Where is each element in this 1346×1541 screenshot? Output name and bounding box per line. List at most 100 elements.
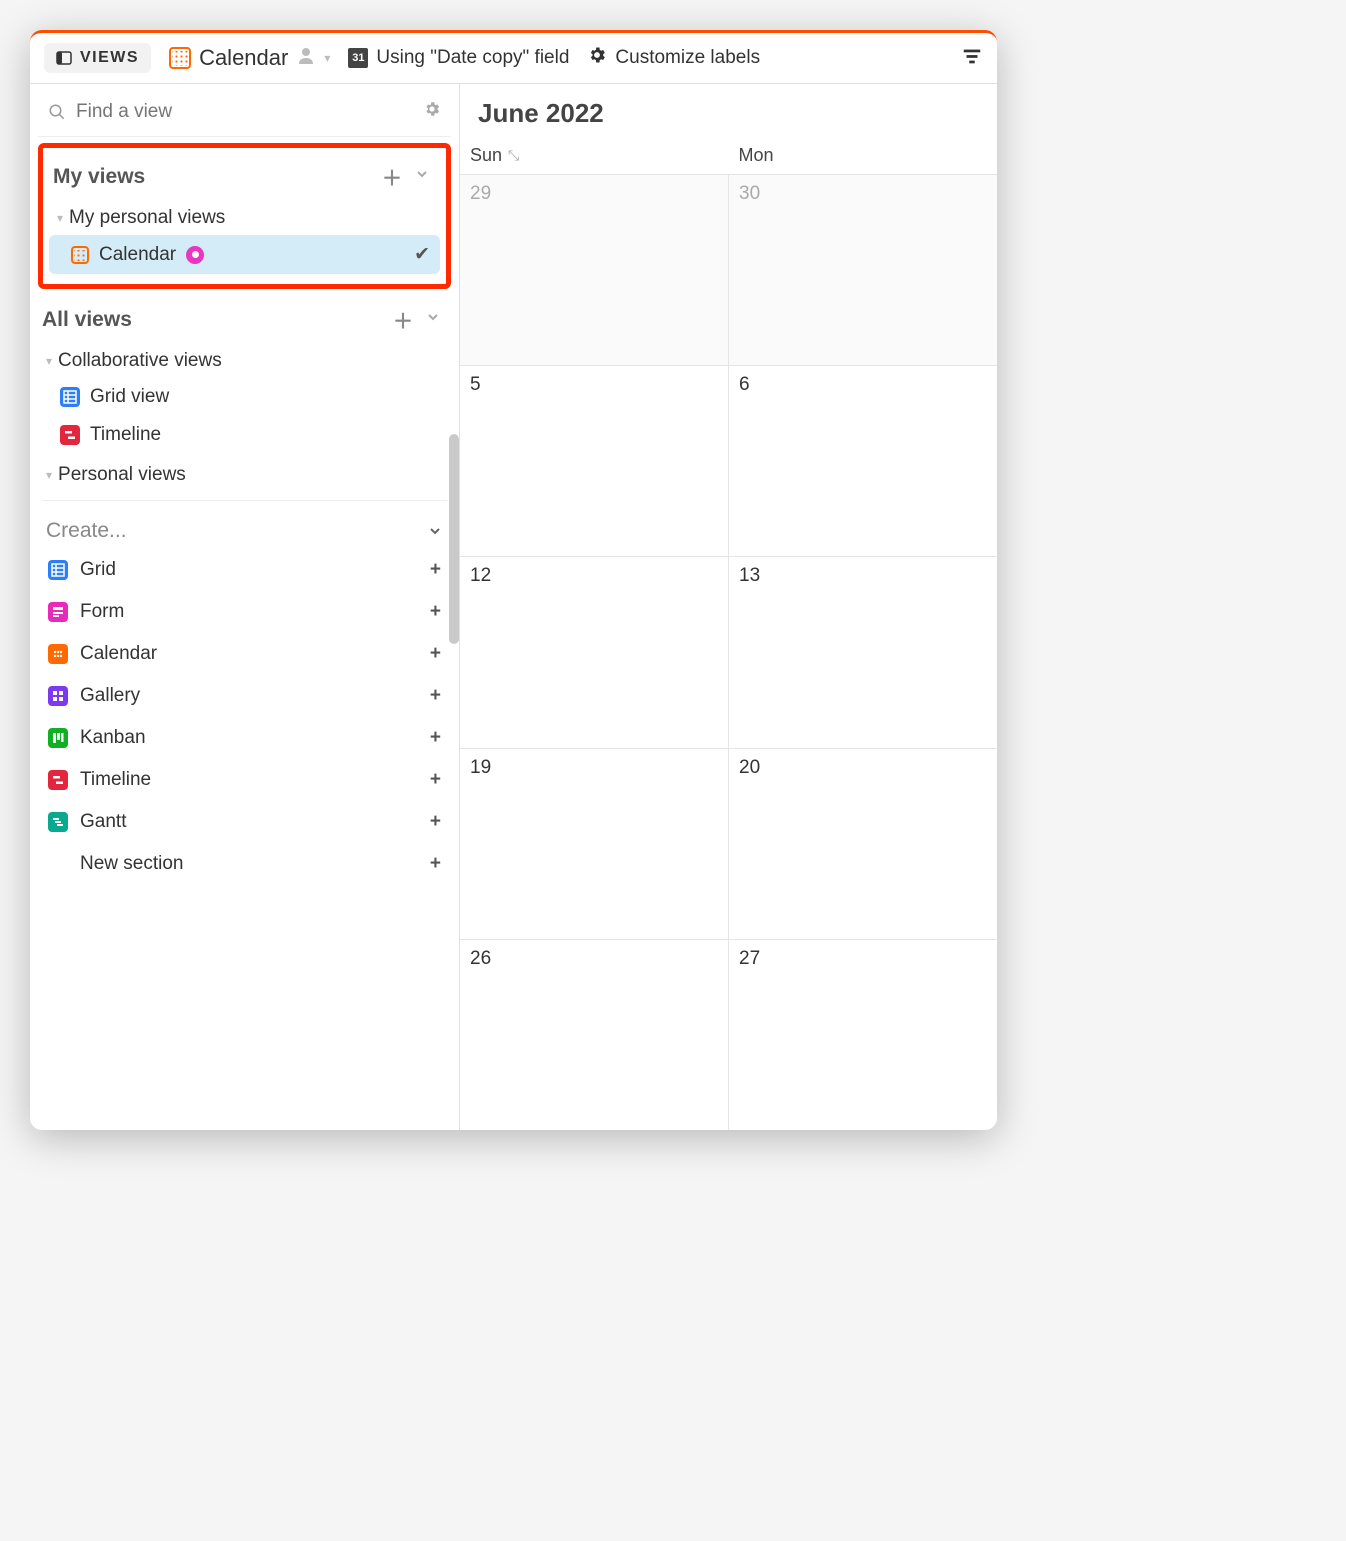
create-option-label: Calendar [80,643,157,665]
gantt-icon [48,812,68,832]
create-timeline[interactable]: Timeline + [38,759,451,801]
grid-icon [48,560,68,580]
plus-icon: + [430,769,441,791]
calendar-row: 29 30 [460,174,997,365]
day-header-mon: Mon [729,139,998,174]
body: My views ＋ ▾ My personal views Calendar … [30,84,997,1130]
calendar-cell[interactable]: 13 [729,557,997,747]
calendar-cell[interactable]: 5 [460,366,729,556]
calendar-cell[interactable]: 12 [460,557,729,747]
timeline-icon [48,770,68,790]
calendar-row: 5 6 [460,365,997,556]
calendar-cell[interactable]: 6 [729,366,997,556]
date-field-selector[interactable]: 31 Using "Date copy" field [348,47,569,69]
collapse-my-views-button[interactable] [408,165,436,188]
views-sidebar: My views ＋ ▾ My personal views Calendar … [30,84,460,1130]
chevron-down-icon [427,523,443,539]
all-views-header[interactable]: All views ＋ [38,299,451,340]
create-option-label: Form [80,601,124,623]
plus-icon: + [430,727,441,749]
filter-icon [961,45,983,67]
sidebar-settings-button[interactable] [423,100,441,124]
create-gantt[interactable]: Gantt + [38,801,451,843]
view-item-calendar[interactable]: Calendar ✔ [49,235,440,274]
calendar-day-headers: Sun ⤡ Mon [460,139,997,174]
calendar-grid: 29 30 5 6 12 13 19 20 26 27 [460,174,997,1130]
create-grid[interactable]: Grid + [38,549,451,591]
day-header-label: Mon [739,145,774,166]
views-toggle-label: VIEWS [80,49,139,67]
plus-icon: + [430,643,441,665]
calendar-icon [48,644,68,664]
my-views-header[interactable]: My views ＋ [49,156,440,197]
add-all-view-button[interactable]: ＋ [387,305,419,334]
grid-icon [60,387,80,407]
create-form[interactable]: Form + [38,591,451,633]
calendar-row: 19 20 [460,748,997,939]
plus-icon: + [430,685,441,707]
calendar-cell[interactable]: 27 [729,940,997,1130]
divider [42,500,447,501]
filter-button[interactable] [961,45,983,72]
chevron-down-icon [425,309,441,325]
current-view-label: Calendar [199,45,288,71]
search-icon [48,103,66,121]
collaborative-views-label: Collaborative views [58,350,222,372]
gear-icon [587,45,607,71]
calendar-title: June 2022 [460,84,997,139]
create-new-section[interactable]: New section + [38,843,451,885]
calendar-cell[interactable]: 20 [729,749,997,939]
calendar-cell[interactable]: 29 [460,175,729,365]
create-option-label: Gallery [80,685,140,707]
views-toggle-button[interactable]: VIEWS [44,43,151,73]
create-section-header[interactable]: Create... [38,509,451,549]
my-personal-views-group[interactable]: ▾ My personal views [49,197,440,235]
calendar-row: 12 13 [460,556,997,747]
calendar-row: 26 27 [460,939,997,1130]
create-title: Create... [46,519,127,543]
day-header-label: Sun [470,145,502,166]
my-views-title: My views [53,165,145,189]
create-option-label: New section [80,853,184,875]
day-header-sun: Sun ⤡ [460,139,729,174]
search-row [38,96,451,137]
collaborative-views-group[interactable]: ▾ Collaborative views [38,340,451,378]
collapse-arrows-icon[interactable]: ⤡ [508,147,519,164]
calendar-icon [169,47,191,69]
create-option-label: Kanban [80,727,146,749]
chevron-down-icon [414,166,430,182]
triangle-down-icon: ▾ [46,354,52,368]
calendar-cell[interactable]: 19 [460,749,729,939]
plus-icon: + [430,601,441,623]
scrollbar-thumb[interactable] [449,434,459,644]
customize-labels-text: Customize labels [615,47,760,69]
checkmark-icon: ✔ [414,243,430,266]
my-views-highlight: My views ＋ ▾ My personal views Calendar … [38,143,451,289]
app-window: VIEWS Calendar ▾ 31 Using "Date copy" fi… [30,30,997,1130]
view-item-timeline[interactable]: Timeline [38,416,451,454]
view-item-label: Timeline [90,424,161,446]
create-option-label: Gantt [80,811,126,833]
create-option-label: Timeline [80,769,151,791]
chevron-down-icon: ▾ [324,51,330,65]
create-kanban[interactable]: Kanban + [38,717,451,759]
view-item-grid[interactable]: Grid view [38,378,451,416]
calendar-icon [71,246,89,264]
person-icon [296,45,316,71]
calendar-cell[interactable]: 26 [460,940,729,1130]
search-input[interactable] [76,101,413,123]
create-calendar[interactable]: Calendar + [38,633,451,675]
calendar-pane: June 2022 Sun ⤡ Mon 29 30 5 6 [460,84,997,1130]
collapse-all-views-button[interactable] [419,308,447,331]
personal-views-group[interactable]: ▾ Personal views [38,454,451,492]
create-option-label: Grid [80,559,116,581]
customize-labels-button[interactable]: Customize labels [587,45,760,71]
calendar-cell[interactable]: 30 [729,175,997,365]
plus-icon: + [430,853,441,875]
create-gallery[interactable]: Gallery + [38,675,451,717]
triangle-down-icon: ▾ [57,211,63,225]
plus-icon: + [430,559,441,581]
add-my-view-button[interactable]: ＋ [376,162,408,191]
toolbar: VIEWS Calendar ▾ 31 Using "Date copy" fi… [30,33,997,84]
current-view-selector[interactable]: Calendar ▾ [169,45,330,71]
